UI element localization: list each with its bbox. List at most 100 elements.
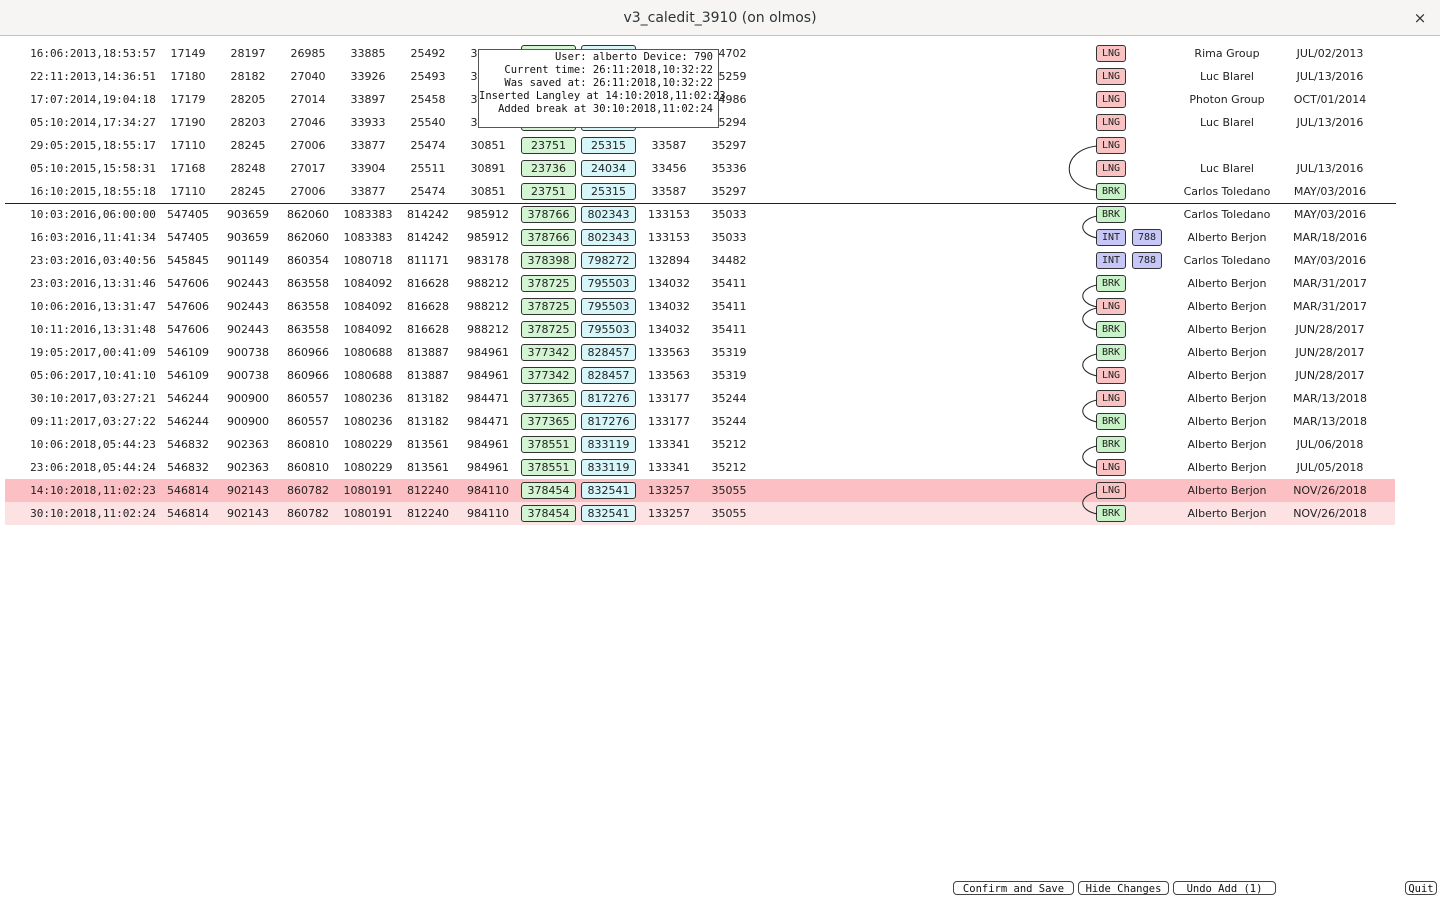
close-icon[interactable]: × <box>1410 8 1430 28</box>
value-box-green[interactable]: 23751 <box>521 137 576 154</box>
type-tag[interactable]: BRK <box>1096 436 1126 453</box>
value-box-green[interactable]: 378454 <box>521 482 576 499</box>
value-box-cyan[interactable]: 25315 <box>581 137 636 154</box>
type-tag[interactable]: LNG <box>1096 137 1126 154</box>
confirm-and-save-button[interactable]: Confirm and Save <box>953 881 1074 895</box>
value-box-green[interactable]: 377365 <box>521 390 576 407</box>
table-row[interactable]: 23:03:2016,03:40:56 545845 901149 860354 108… <box>5 249 1395 272</box>
type-tag[interactable]: BRK <box>1096 344 1126 361</box>
value-box-green[interactable]: 378725 <box>521 321 576 338</box>
cell-c4: 1080718 <box>343 254 393 267</box>
type-tag[interactable]: LNG <box>1096 45 1126 62</box>
cell-c3: 860782 <box>287 507 329 520</box>
undo-add-button[interactable]: Undo Add (1) <box>1173 881 1276 895</box>
cell-c6: 984961 <box>467 346 509 359</box>
type-tag[interactable]: INT <box>1096 229 1126 246</box>
type-tag[interactable]: LNG <box>1096 114 1126 131</box>
cell-c2: 28182 <box>230 70 266 83</box>
table-row[interactable]: 10:06:2016,13:31:47 547606 902443 863558 108… <box>5 295 1395 318</box>
value-box-green[interactable]: 378551 <box>521 436 576 453</box>
type-tag[interactable]: LNG <box>1096 459 1126 476</box>
table-row[interactable]: 05:10:2015,15:58:31 17168 28248 27017 33904 2… <box>5 157 1395 180</box>
value-box-cyan[interactable]: 828457 <box>581 344 636 361</box>
cell-date2: JUL/13/2016 <box>1296 162 1364 175</box>
cell-name: Alberto Berjon <box>1187 369 1267 382</box>
hide-changes-button[interactable]: Hide Changes <box>1078 881 1169 895</box>
table-row[interactable]: 10:11:2016,13:31:48 547606 902443 863558 108… <box>5 318 1395 341</box>
cell-c7: 132894 <box>648 254 690 267</box>
cell-c3: 860557 <box>287 415 329 428</box>
cell-c4: 1080236 <box>343 392 393 405</box>
value-box-green[interactable]: 23751 <box>521 183 576 200</box>
table-row[interactable]: 19:05:2017,00:41:09 546109 900738 860966 108… <box>5 341 1395 364</box>
value-box-cyan[interactable]: 802343 <box>581 206 636 223</box>
value-box-green[interactable]: 378725 <box>521 298 576 315</box>
value-box-cyan[interactable]: 25315 <box>581 183 636 200</box>
type-tag[interactable]: LNG <box>1096 160 1126 177</box>
value-box-green[interactable]: 378725 <box>521 275 576 292</box>
type-tag[interactable]: LNG <box>1096 68 1126 85</box>
value-box-cyan[interactable]: 798272 <box>581 252 636 269</box>
table-row[interactable]: 23:06:2018,05:44:24 546832 902363 860810 108… <box>5 456 1395 479</box>
table-row[interactable]: 30:10:2017,03:27:21 546244 900900 860557 108… <box>5 387 1395 410</box>
value-box-green[interactable]: 377365 <box>521 413 576 430</box>
value-box-cyan[interactable]: 817276 <box>581 413 636 430</box>
table-row[interactable]: 23:03:2016,13:31:46 547606 902443 863558 108… <box>5 272 1395 295</box>
value-box-green[interactable]: 377342 <box>521 367 576 384</box>
type-tag[interactable]: BRK <box>1096 275 1126 292</box>
table-row[interactable]: 16:03:2016,11:41:34 547405 903659 862060 108… <box>5 226 1395 249</box>
table-row[interactable]: 14:10:2018,11:02:23 546814 902143 860782 108… <box>5 479 1395 502</box>
device-tag[interactable]: 788 <box>1132 252 1162 269</box>
type-tag[interactable]: LNG <box>1096 482 1126 499</box>
value-box-green[interactable]: 378766 <box>521 206 576 223</box>
table-row[interactable]: 30:10:2018,11:02:24 546814 902143 860782 108… <box>5 502 1395 525</box>
value-box-cyan[interactable]: 795503 <box>581 321 636 338</box>
type-tag[interactable]: LNG <box>1096 367 1126 384</box>
type-tag[interactable]: BRK <box>1096 206 1126 223</box>
value-box-cyan[interactable]: 833119 <box>581 436 636 453</box>
type-tag[interactable]: LNG <box>1096 91 1126 108</box>
cell-c6: 30851 <box>470 185 506 198</box>
cell-c3: 860557 <box>287 392 329 405</box>
value-box-cyan[interactable]: 832541 <box>581 482 636 499</box>
value-box-green[interactable]: 378766 <box>521 229 576 246</box>
type-tag[interactable]: BRK <box>1096 505 1126 522</box>
value-box-cyan[interactable]: 832541 <box>581 505 636 522</box>
table-row[interactable]: 10:03:2016,06:00:00 547405 903659 862060 108… <box>5 203 1395 226</box>
type-tag[interactable]: BRK <box>1096 321 1126 338</box>
table-row[interactable]: 16:10:2015,18:55:18 17110 28245 27006 33877 2… <box>5 180 1395 203</box>
cell-c3: 862060 <box>287 208 329 221</box>
table-row[interactable]: 10:06:2018,05:44:23 546832 902363 860810 108… <box>5 433 1395 456</box>
cell-c7: 134032 <box>648 323 690 336</box>
value-box-cyan[interactable]: 802343 <box>581 229 636 246</box>
table-row[interactable]: 05:06:2017,10:41:10 546109 900738 860966 108… <box>5 364 1395 387</box>
cell-c1: 547606 <box>167 300 209 313</box>
value-box-cyan[interactable]: 795503 <box>581 298 636 315</box>
cell-date: 10:03:2016,06:00:00 <box>30 208 156 221</box>
cell-c8: 35033 <box>711 231 747 244</box>
value-box-green[interactable]: 378551 <box>521 459 576 476</box>
value-box-cyan[interactable]: 833119 <box>581 459 636 476</box>
value-box-green[interactable]: 377342 <box>521 344 576 361</box>
type-tag[interactable]: BRK <box>1096 183 1126 200</box>
value-box-green[interactable]: 23736 <box>521 160 576 177</box>
value-box-cyan[interactable]: 828457 <box>581 367 636 384</box>
table-row[interactable]: 29:05:2015,18:55:17 17110 28245 27006 33877 2… <box>5 134 1395 157</box>
value-box-cyan[interactable]: 24034 <box>581 160 636 177</box>
value-box-cyan[interactable]: 817276 <box>581 390 636 407</box>
value-box-cyan[interactable]: 795503 <box>581 275 636 292</box>
tooltip-line: User: alberto Device: 790 <box>554 51 713 63</box>
quit-button[interactable]: Quit <box>1405 881 1437 895</box>
type-tag[interactable]: BRK <box>1096 413 1126 430</box>
cell-c2: 902143 <box>227 484 269 497</box>
cell-c3: 860782 <box>287 484 329 497</box>
cell-c1: 547606 <box>167 277 209 290</box>
cell-date: 05:10:2014,17:34:27 <box>30 116 156 129</box>
type-tag[interactable]: LNG <box>1096 298 1126 315</box>
device-tag[interactable]: 788 <box>1132 229 1162 246</box>
value-box-green[interactable]: 378454 <box>521 505 576 522</box>
value-box-green[interactable]: 378398 <box>521 252 576 269</box>
type-tag[interactable]: INT <box>1096 252 1126 269</box>
type-tag[interactable]: LNG <box>1096 390 1126 407</box>
table-row[interactable]: 09:11:2017,03:27:22 546244 900900 860557 108… <box>5 410 1395 433</box>
